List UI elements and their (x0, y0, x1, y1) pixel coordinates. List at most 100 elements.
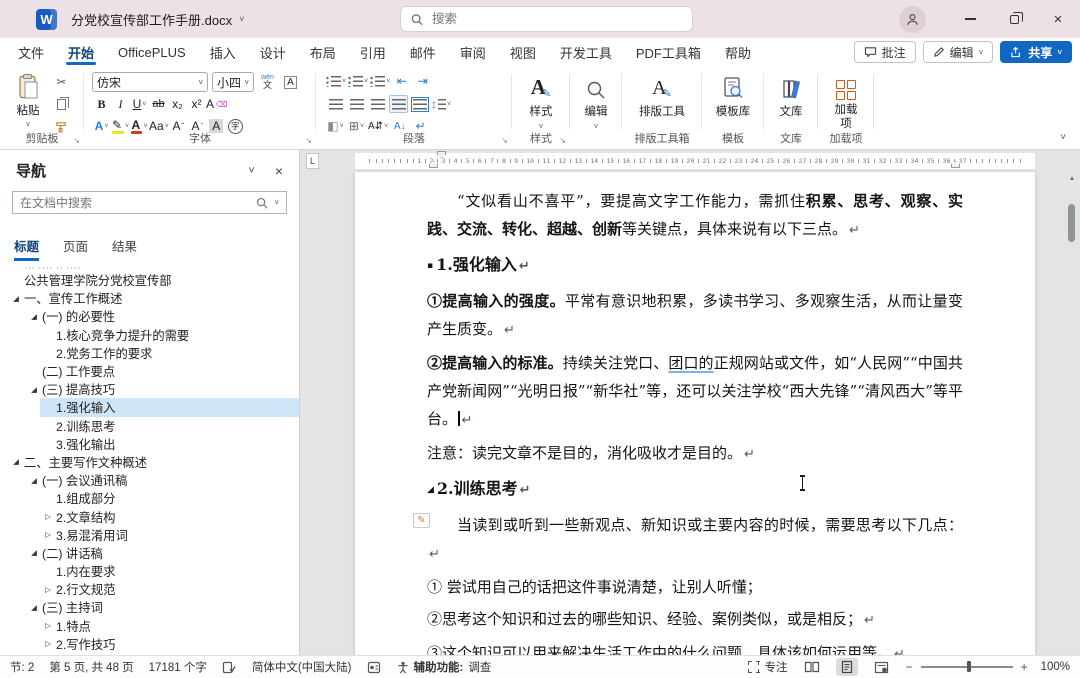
doc-paragraph[interactable]: 注意：读完文章不是目的，消化吸收才是目的。↵ (427, 439, 963, 469)
doc-paragraph[interactable]: 当读到或听到一些新观点、新知识或主要内容的时候，需要思考以下几点：↵ (427, 511, 963, 569)
nav-tab-页面[interactable]: 页面 (63, 236, 88, 261)
nav-tab-标题[interactable]: 标题 (14, 236, 39, 261)
account-avatar[interactable] (899, 6, 926, 33)
underline-button[interactable]: U˅ (130, 95, 149, 113)
nav-item[interactable]: (二) 工作要点 (26, 362, 299, 380)
collapse-triangle-icon[interactable]: ◢ (26, 603, 42, 612)
ribbon-tab-邮件[interactable]: 邮件 (398, 38, 448, 66)
clipboard-dialog-launcher-icon[interactable]: ↘ (73, 136, 80, 145)
print-layout-button[interactable] (836, 658, 858, 676)
collapse-triangle-icon[interactable]: ◢ (26, 385, 42, 394)
proofing-status-icon[interactable] (222, 660, 237, 674)
font-name-select[interactable]: 仿宋˅ (92, 72, 208, 92)
numbering-button[interactable]: ˅ (348, 72, 368, 90)
doc-heading[interactable]: ▪1.强化输入↵ (427, 252, 963, 280)
bold-button[interactable]: B (92, 95, 111, 113)
zoom-percentage[interactable]: 100% (1041, 661, 1070, 673)
collapse-ribbon-chevron-icon[interactable]: ˅ (1060, 132, 1066, 143)
doc-paragraph[interactable]: ① 尝试用自己的话把这件事说清楚，让别人听懂； (427, 573, 963, 601)
comments-button[interactable]: 批注 (854, 41, 916, 63)
nav-item[interactable]: 公共管理学院分党校宣传部 (8, 271, 299, 289)
paragraph-dialog-launcher-icon[interactable]: ↘ (501, 136, 508, 145)
clear-formatting-button[interactable]: A⌫ (206, 95, 227, 113)
nav-search-input[interactable] (20, 196, 250, 210)
title-dropdown-chevron-icon[interactable]: ˅ (239, 14, 244, 24)
paste-button[interactable]: 粘贴 ˅ (8, 73, 48, 129)
align-left-button[interactable] (326, 95, 345, 113)
font-size-select[interactable]: 小四˅ (212, 72, 254, 92)
bullets-button[interactable]: ˅ (326, 72, 346, 90)
ribbon-tab-引用[interactable]: 引用 (348, 38, 398, 66)
word-count[interactable]: 17181 个字 (149, 659, 207, 675)
styles-dialog-launcher-icon[interactable]: ↘ (559, 136, 566, 145)
tab-stop-selector[interactable]: L (306, 153, 319, 169)
align-right-button[interactable] (368, 95, 387, 113)
nav-search-box[interactable]: ˅ (12, 191, 287, 214)
macro-record-icon[interactable] (367, 660, 382, 674)
multilevel-list-button[interactable]: ˅ (370, 72, 390, 90)
copy-button[interactable] (52, 95, 71, 113)
ribbon-tab-开始[interactable]: 开始 (56, 38, 106, 66)
zoom-slider[interactable] (921, 666, 1013, 667)
nav-item[interactable]: 1.强化输入 (40, 398, 299, 416)
minimize-button[interactable] (948, 0, 992, 38)
scrollbar-thumb[interactable] (1068, 204, 1075, 242)
doc-heading[interactable]: ◢2.训练思考↵ (427, 476, 963, 504)
expand-triangle-icon[interactable]: ▷ (40, 585, 56, 594)
justify-button[interactable] (389, 95, 408, 113)
expand-triangle-icon[interactable]: ▷ (40, 512, 56, 521)
zoom-slider-thumb[interactable] (967, 661, 971, 672)
nav-item[interactable]: 2.党务工作的要求 (40, 344, 299, 362)
vertical-scrollbar[interactable]: ▴ (1066, 172, 1078, 652)
nav-item[interactable]: ◢(一) 的必要性 (26, 307, 299, 325)
expand-triangle-icon[interactable]: ▷ (40, 530, 56, 539)
nav-item[interactable]: 3.强化输出 (40, 435, 299, 453)
nav-item[interactable]: ▷1.特点 (40, 617, 299, 635)
zoom-in-button[interactable]: + (1021, 660, 1028, 674)
ribbon-tab-PDF工具箱[interactable]: PDF工具箱 (624, 38, 713, 66)
nav-item[interactable]: 1.核心竞争力提升的需要 (40, 326, 299, 344)
cut-button[interactable]: ✂ (52, 73, 71, 91)
nav-item[interactable]: ◢一、宣传工作概述 (8, 289, 299, 307)
page-indicator[interactable]: 第 5 页, 共 48 页 (49, 659, 133, 675)
ribbon-tab-OfficePLUS[interactable]: OfficePLUS (106, 38, 198, 66)
accessibility-status[interactable]: 辅助功能:调查 (397, 659, 492, 675)
editing-button[interactable]: 编辑 ˅ (570, 66, 622, 149)
nav-item[interactable]: ▷3.易混淆用词 (40, 526, 299, 544)
share-button[interactable]: 共享 ˅ (1000, 41, 1072, 63)
doc-paragraph[interactable]: ③这个知识可以用来解决生活工作中的什么问题，具体该如何运用等。↵ (427, 639, 963, 655)
close-button[interactable]: × (1036, 0, 1080, 38)
nav-item[interactable]: ◢(二) 讲话稿 (26, 544, 299, 562)
nav-item[interactable]: 1.内在要求 (40, 562, 299, 580)
doc-paragraph[interactable]: ①提高输入的强度。平常有意识地积累，多读书学习、多观察生活，从而让量变产生质变。… (427, 287, 963, 345)
collapse-triangle-icon[interactable]: ◢ (26, 312, 42, 321)
search-input[interactable] (432, 12, 682, 26)
collapse-triangle-icon[interactable]: ◢ (8, 294, 24, 303)
collapse-triangle-icon[interactable]: ◢ (26, 476, 42, 485)
ribbon-tab-设计[interactable]: 设计 (248, 38, 298, 66)
decrease-indent-button[interactable]: ⇤ (392, 72, 411, 90)
doc-paragraph[interactable]: ②思考这个知识和过去的哪些知识、经验、案例类似，或是相反；↵ (427, 605, 963, 635)
focus-mode-button[interactable]: 专注 (748, 659, 788, 675)
web-layout-button[interactable] (871, 658, 893, 676)
nav-item[interactable]: ▷2.写作技巧 (40, 635, 299, 653)
zoom-out-button[interactable]: − (906, 660, 913, 674)
increase-indent-button[interactable]: ⇥ (413, 72, 432, 90)
strikethrough-button[interactable]: ab (149, 95, 168, 113)
language-indicator[interactable]: 简体中文(中国大陆) (252, 659, 352, 675)
nav-pane-chevron-icon[interactable]: ˅ (248, 165, 254, 177)
heading-marker-icon[interactable]: ◢ (427, 485, 434, 495)
doc-paragraph[interactable]: ②提高输入的标准。持续关注党口、团口的正规网站或文件，如“人民网”“中国共产党新… (427, 349, 963, 435)
superscript-button[interactable]: x² (187, 95, 206, 113)
ribbon-tab-开发工具[interactable]: 开发工具 (548, 38, 624, 66)
collapse-triangle-icon[interactable]: ◢ (26, 548, 42, 557)
ribbon-tab-审阅[interactable]: 审阅 (448, 38, 498, 66)
scroll-up-arrow-icon[interactable]: ▴ (1066, 174, 1078, 182)
section-indicator[interactable]: 节: 2 (10, 659, 34, 675)
titlebar-search-box[interactable] (400, 6, 693, 32)
doc-paragraph[interactable]: “文似看山不喜平”，要提高文字工作能力，需抓住积累、思考、观察、实践、交流、转化… (427, 187, 963, 245)
read-mode-button[interactable] (801, 658, 823, 676)
horizontal-ruler[interactable]: 1234567891011121314151617181920212223242… (355, 153, 1035, 169)
nav-item[interactable]: ◢(三) 提高技巧 (26, 380, 299, 398)
document-page[interactable]: “文似看山不喜平”，要提高文字工作能力，需抓住积累、思考、观察、实践、交流、转化… (355, 172, 1035, 655)
